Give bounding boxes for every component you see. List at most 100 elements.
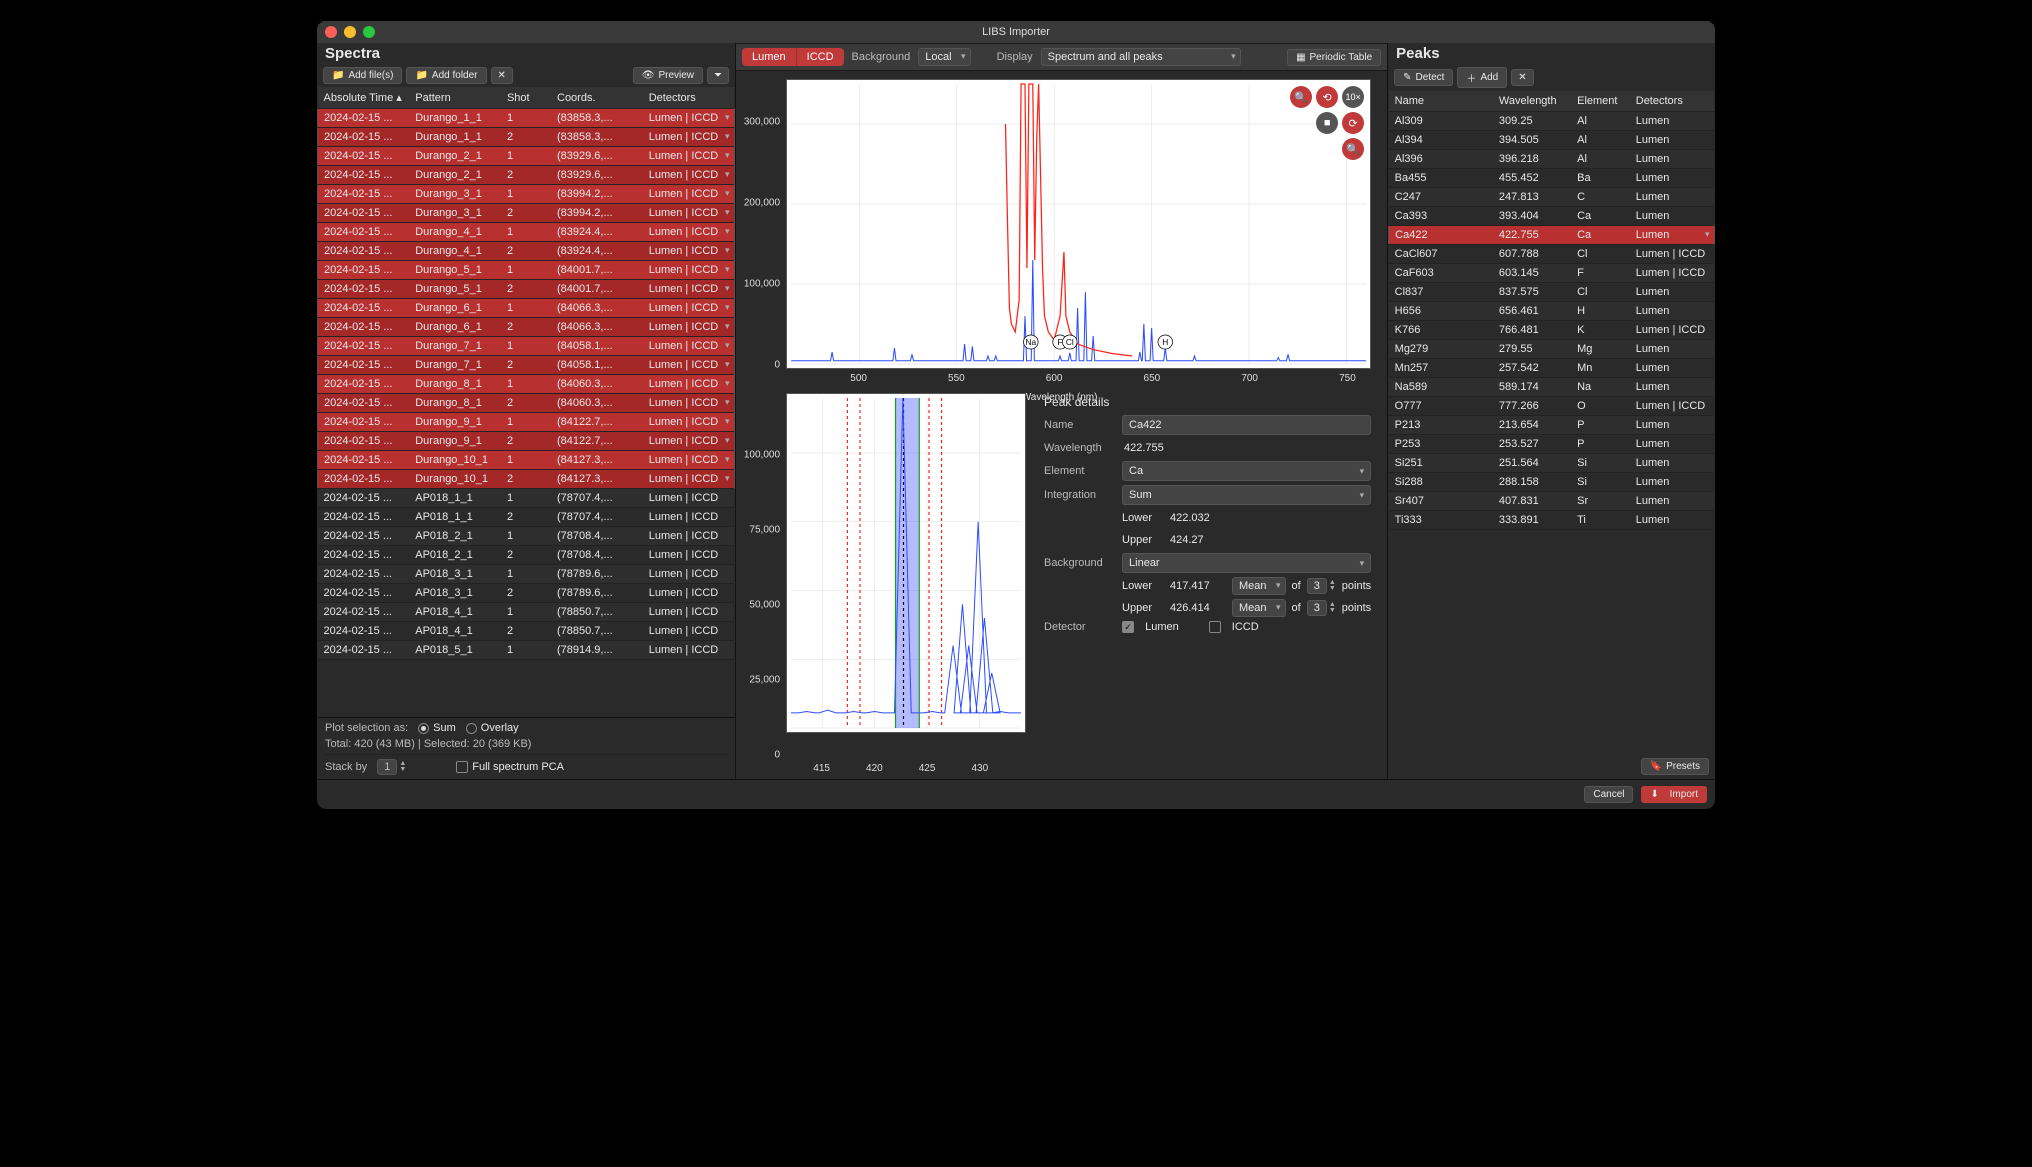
column-header[interactable]: Coords. [551, 87, 643, 109]
periodic-table-button[interactable]: ▦Periodic Table [1287, 49, 1381, 66]
column-header[interactable]: Pattern [409, 87, 501, 109]
peak-element-select[interactable]: Ca [1122, 461, 1371, 481]
peak-zoom-plot[interactable] [786, 393, 1026, 733]
column-header[interactable]: Detectors [643, 87, 735, 109]
table-row[interactable]: Al394394.505AlLumen [1389, 131, 1715, 150]
table-row[interactable]: 2024-02-15 ...AP018_1_11(78707.4,...Lume… [318, 489, 735, 508]
table-row[interactable]: C247247.813CLumen [1389, 188, 1715, 207]
table-row[interactable]: 2024-02-15 ...Durango_1_12(83858.3,...Lu… [318, 128, 735, 147]
column-header[interactable]: Name [1389, 91, 1493, 112]
table-row[interactable]: Si251251.564SiLumen [1389, 454, 1715, 473]
table-row[interactable]: Ca393393.404CaLumen [1389, 207, 1715, 226]
table-row[interactable]: 2024-02-15 ...AP018_4_12(78850.7,...Lume… [318, 622, 735, 641]
table-row[interactable]: 2024-02-15 ...Durango_4_12(83924.4,...Lu… [318, 242, 735, 261]
table-row[interactable]: Ca422422.755CaLumen [1389, 226, 1715, 245]
table-row[interactable]: 2024-02-15 ...Durango_8_11(84060.3,...Lu… [318, 375, 735, 394]
add-folder-button[interactable]: 📁Add folder [406, 67, 486, 84]
table-row[interactable]: H656656.461HLumen [1389, 302, 1715, 321]
table-row[interactable]: 2024-02-15 ...Durango_1_11(83858.3,...Lu… [318, 109, 735, 128]
table-row[interactable]: 2024-02-15 ...AP018_3_11(78789.6,...Lume… [318, 565, 735, 584]
minimize-icon[interactable] [344, 26, 356, 38]
fullscreen-icon[interactable] [363, 26, 375, 38]
table-row[interactable]: CaF603603.145FLumen | ICCD [1389, 264, 1715, 283]
overlay-radio[interactable]: Overlay [466, 722, 519, 734]
table-row[interactable]: Sr407407.831SrLumen [1389, 492, 1715, 511]
table-row[interactable]: Na589589.174NaLumen [1389, 378, 1715, 397]
table-row[interactable]: 2024-02-15 ...AP018_4_11(78850.7,...Lume… [318, 603, 735, 622]
cancel-button[interactable]: Cancel [1584, 786, 1633, 803]
detector-segment[interactable]: Lumen ICCD [742, 48, 844, 66]
seg-iccd[interactable]: ICCD [796, 48, 844, 66]
column-header[interactable]: Wavelength [1493, 91, 1571, 112]
table-row[interactable]: Al309309.25AlLumen [1389, 112, 1715, 131]
bg-upper-method-select[interactable]: Mean [1232, 599, 1286, 617]
table-row[interactable]: 2024-02-15 ...Durango_10_11(84127.3,...L… [318, 451, 735, 470]
zoom-level-button[interactable]: 10× [1342, 86, 1364, 108]
stop-icon[interactable]: ■ [1316, 112, 1338, 134]
bg-lower-method-select[interactable]: Mean [1232, 577, 1286, 595]
close-icon[interactable] [325, 26, 337, 38]
bg-lower-points-stepper[interactable]: 3▲▼ [1307, 578, 1336, 594]
table-row[interactable]: 2024-02-15 ...Durango_10_12(84127.3,...L… [318, 470, 735, 489]
table-row[interactable]: 2024-02-15 ...Durango_3_11(83994.2,...Lu… [318, 185, 735, 204]
table-row[interactable]: 2024-02-15 ...Durango_8_12(84060.3,...Lu… [318, 394, 735, 413]
table-row[interactable]: 2024-02-15 ...AP018_5_11(78914.9,...Lume… [318, 641, 735, 660]
column-header[interactable]: Element [1571, 91, 1630, 112]
column-header[interactable]: Detectors [1630, 91, 1715, 112]
table-row[interactable]: 2024-02-15 ...AP018_2_11(78708.4,...Lume… [318, 527, 735, 546]
remove-peak-button[interactable]: ✕ [1511, 69, 1533, 86]
table-row[interactable]: 2024-02-15 ...Durango_2_12(83929.6,...Lu… [318, 166, 735, 185]
table-row[interactable]: CaCl607607.788ClLumen | ICCD [1389, 245, 1715, 264]
remove-button[interactable]: ✕ [491, 67, 513, 84]
sum-radio[interactable]: Sum [418, 722, 456, 734]
detect-button[interactable]: ✎Detect [1394, 69, 1453, 86]
table-row[interactable]: 2024-02-15 ...AP018_3_12(78789.6,...Lume… [318, 584, 735, 603]
background-select[interactable]: Local [918, 48, 970, 66]
integration-select[interactable]: Sum [1122, 485, 1371, 505]
table-row[interactable]: 2024-02-15 ...Durango_6_12(84066.3,...Lu… [318, 318, 735, 337]
bg-upper-points-stepper[interactable]: 3▲▼ [1307, 600, 1336, 616]
table-row[interactable]: 2024-02-15 ...Durango_5_12(84001.7,...Lu… [318, 280, 735, 299]
table-row[interactable]: 2024-02-15 ...Durango_5_11(84001.7,...Lu… [318, 261, 735, 280]
seg-lumen[interactable]: Lumen [742, 48, 796, 66]
table-row[interactable]: 2024-02-15 ...Durango_6_11(84066.3,...Lu… [318, 299, 735, 318]
spectrum-plot[interactable]: NaFClH 🔍 ⟲ 10× ■ ⟳ [786, 79, 1371, 369]
table-row[interactable]: 2024-02-15 ...Durango_4_11(83924.4,...Lu… [318, 223, 735, 242]
table-row[interactable]: Ba455455.452BaLumen [1389, 169, 1715, 188]
table-row[interactable]: 2024-02-15 ...Durango_9_11(84122.7,...Lu… [318, 413, 735, 432]
refresh-icon[interactable]: ⟳ [1342, 112, 1364, 134]
table-row[interactable]: 2024-02-15 ...Durango_9_12(84122.7,...Lu… [318, 432, 735, 451]
detector-iccd-checkbox[interactable]: ICCD [1209, 621, 1259, 633]
table-row[interactable]: Al396396.218AlLumen [1389, 150, 1715, 169]
add-files-button[interactable]: 📁Add file(s) [323, 67, 402, 84]
table-row[interactable]: K766766.481KLumen | ICCD [1389, 321, 1715, 340]
peak-name-input[interactable]: Ca422 [1122, 415, 1371, 435]
table-row[interactable]: 2024-02-15 ...AP018_2_12(78708.4,...Lume… [318, 546, 735, 565]
search-icon[interactable]: 🔍 [1342, 138, 1364, 160]
peaks-table[interactable]: NameWavelengthElementDetectors Al309309.… [1388, 91, 1715, 530]
preview-button[interactable]: 👁Preview [633, 67, 703, 84]
table-row[interactable]: 2024-02-15 ...Durango_3_12(83994.2,...Lu… [318, 204, 735, 223]
table-row[interactable]: Si288288.158SiLumen [1389, 473, 1715, 492]
spectra-table[interactable]: Absolute Time ▴PatternShotCoords.Detecto… [317, 87, 735, 660]
column-header[interactable]: Absolute Time ▴ [318, 87, 410, 109]
add-peak-button[interactable]: ＋Add [1457, 67, 1507, 88]
column-header[interactable]: Shot [501, 87, 551, 109]
stack-by-stepper[interactable]: 1▲▼ [377, 759, 406, 775]
table-row[interactable]: 2024-02-15 ...Durango_7_11(84058.1,...Lu… [318, 337, 735, 356]
table-row[interactable]: Ti333333.891TiLumen [1389, 511, 1715, 530]
table-row[interactable]: Mn257257.542MnLumen [1389, 359, 1715, 378]
reset-zoom-icon[interactable]: ⟲ [1316, 86, 1338, 108]
table-row[interactable]: 2024-02-15 ...AP018_1_12(78707.4,...Lume… [318, 508, 735, 527]
table-row[interactable]: Mg279279.55MgLumen [1389, 340, 1715, 359]
table-row[interactable]: 2024-02-15 ...Durango_2_11(83929.6,...Lu… [318, 147, 735, 166]
table-row[interactable]: 2024-02-15 ...Durango_7_12(84058.1,...Lu… [318, 356, 735, 375]
table-row[interactable]: P213213.654PLumen [1389, 416, 1715, 435]
table-row[interactable]: P253253.527PLumen [1389, 435, 1715, 454]
table-row[interactable]: Cl837837.575ClLumen [1389, 283, 1715, 302]
presets-button[interactable]: 🔖Presets [1641, 758, 1709, 775]
display-select[interactable]: Spectrum and all peaks [1041, 48, 1241, 66]
table-row[interactable]: O777777.266OLumen | ICCD [1389, 397, 1715, 416]
zoom-icon[interactable]: 🔍 [1290, 86, 1312, 108]
detector-lumen-checkbox[interactable]: ✓ Lumen [1122, 621, 1179, 633]
